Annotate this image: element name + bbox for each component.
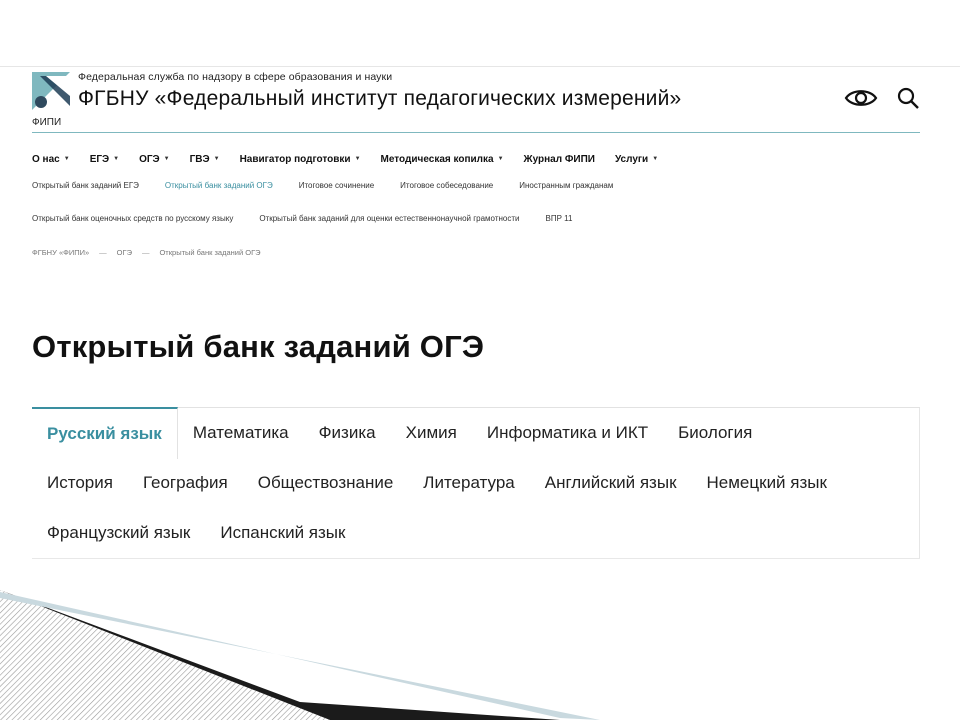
sub-nav-row-1: Открытый банк заданий ЕГЭ Открытый банк … — [32, 181, 920, 190]
caret-down-icon: ▼ — [163, 156, 170, 162]
tab-biology[interactable]: Биология — [663, 408, 767, 458]
main-nav: О нас ▼ ЕГЭ ▼ ОГЭ ▼ ГВЭ ▼ Навигатор подготов… — [32, 150, 920, 168]
breadcrumb-separator: — — [141, 248, 150, 257]
org-title[interactable]: ФГБНУ «Федеральный институт педагогическ… — [78, 87, 681, 111]
tab-german[interactable]: Немецкий язык — [692, 458, 842, 508]
tab-social-studies[interactable]: Обществознание — [243, 458, 409, 508]
caret-down-icon: ▼ — [213, 156, 220, 162]
site-container: Федеральная служба по надзору в сфере об… — [32, 70, 920, 559]
tab-chemistry[interactable]: Химия — [391, 408, 472, 458]
page-title: Открытый банк заданий ОГЭ — [32, 329, 485, 364]
nav-item-navigator[interactable]: Навигатор подготовки ▼ — [240, 154, 361, 165]
nav-label: Методическая копилка — [380, 153, 494, 165]
breadcrumb-item[interactable]: ОГЭ — [117, 248, 132, 257]
tab-literature[interactable]: Литература — [408, 458, 529, 508]
subject-tabs: Русский язык Математика Физика Химия Инф… — [32, 406, 920, 559]
tab-history[interactable]: История — [32, 458, 128, 508]
sub-nav-row-2: Открытый банк оценочных средств по русск… — [32, 214, 920, 223]
eye-icon[interactable] — [844, 87, 878, 109]
caret-down-icon: ▼ — [354, 156, 361, 162]
nav-label: Услуги — [614, 153, 649, 165]
subject-row: История География Обществознание Литерат… — [32, 458, 920, 508]
nav-label: Журнал ФИПИ — [523, 153, 595, 165]
sub-link-interview[interactable]: Итоговое собеседование — [400, 181, 493, 190]
tab-spanish[interactable]: Испанский язык — [205, 508, 360, 558]
org-subtitle: Федеральная служба по надзору в сфере об… — [78, 71, 393, 83]
nav-item-oge[interactable]: ОГЭ ▼ — [139, 154, 170, 165]
nav-item-about[interactable]: О нас ▼ — [32, 154, 70, 165]
sub-link-russian-bank[interactable]: Открытый банк оценочных средств по русск… — [32, 214, 233, 223]
breadcrumb-item[interactable]: ФГБНУ «ФИПИ» — [32, 248, 89, 257]
tab-english[interactable]: Английский язык — [530, 458, 692, 508]
decorative-swoosh — [0, 590, 600, 720]
search-icon[interactable] — [896, 86, 920, 110]
nav-item-services[interactable]: Услуги ▼ — [615, 154, 658, 165]
top-divider — [0, 66, 960, 67]
sub-link-ege-bank[interactable]: Открытый банк заданий ЕГЭ — [32, 181, 139, 190]
subject-row: Французский язык Испанский язык — [32, 508, 920, 558]
nav-label: ГВЭ — [189, 153, 210, 165]
sub-link-science-bank[interactable]: Открытый банк заданий для оценки естеств… — [259, 214, 519, 223]
caret-down-icon: ▼ — [652, 156, 659, 162]
nav-label: Навигатор подготовки — [239, 153, 351, 165]
nav-label: ОГЭ — [139, 153, 160, 165]
tab-russian[interactable]: Русский язык — [32, 406, 178, 459]
breadcrumb-item-current: Открытый банк заданий ОГЭ — [159, 248, 261, 257]
tab-math[interactable]: Математика — [178, 408, 304, 458]
nav-label: ЕГЭ — [89, 153, 110, 165]
fipi-logo-icon[interactable] — [32, 72, 70, 112]
nav-item-methods[interactable]: Методическая копилка ▼ — [381, 154, 504, 165]
tab-informatics[interactable]: Информатика и ИКТ — [472, 408, 663, 458]
header-icons — [844, 86, 920, 110]
breadcrumb-separator: — — [99, 248, 107, 257]
sub-link-essay[interactable]: Итоговое сочинение — [299, 181, 374, 190]
sub-link-oge-bank[interactable]: Открытый банк заданий ОГЭ — [165, 181, 273, 190]
caret-down-icon: ▼ — [497, 156, 504, 162]
tab-physics[interactable]: Физика — [304, 408, 391, 458]
sub-link-foreigners[interactable]: Иностранным гражданам — [519, 181, 613, 190]
site-header: Федеральная служба по надзору в сфере об… — [32, 70, 920, 132]
nav-item-gve[interactable]: ГВЭ ▼ — [190, 154, 220, 165]
breadcrumb: ФГБНУ «ФИПИ» — ОГЭ — Открытый банк задан… — [32, 248, 920, 257]
caret-down-icon: ▼ — [113, 156, 120, 162]
sub-link-vpr11[interactable]: ВПР 11 — [545, 214, 572, 223]
fipi-label: ФИПИ — [32, 117, 62, 128]
header-divider — [32, 132, 920, 133]
caret-down-icon: ▼ — [63, 156, 70, 162]
tab-french[interactable]: Французский язык — [32, 508, 205, 558]
nav-item-journal[interactable]: Журнал ФИПИ — [524, 154, 595, 165]
nav-label: О нас — [32, 153, 60, 165]
nav-item-ege[interactable]: ЕГЭ ▼ — [90, 154, 119, 165]
subject-row: Русский язык Математика Физика Химия Инф… — [32, 406, 920, 459]
right-divider — [919, 408, 920, 558]
tab-geography[interactable]: География — [128, 458, 243, 508]
